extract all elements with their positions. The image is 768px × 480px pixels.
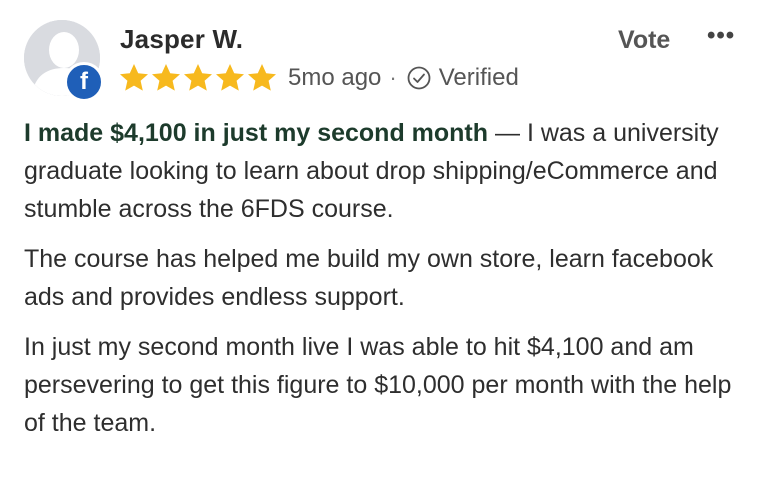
review-paragraph-1: I made $4,100 in just my second month — … [24, 114, 748, 228]
review-paragraph-2: The course has helped me build my own st… [24, 245, 714, 311]
more-options-button[interactable]: ••• [707, 22, 735, 50]
review-card: f Jasper W. Vote ••• 5mo ago · Verified … [0, 0, 768, 480]
star-rating [118, 62, 278, 94]
star-icon [248, 64, 276, 91]
check-circle-icon [407, 66, 431, 90]
star-icon [184, 64, 212, 91]
avatar-container[interactable]: f [24, 20, 104, 102]
review-headline: I made $4,100 in just my second month [24, 119, 489, 147]
headline-dash: — [488, 119, 527, 147]
facebook-icon: f [64, 62, 104, 102]
reviewer-name[interactable]: Jasper W. [120, 24, 243, 55]
review-meta: 5mo ago · Verified [118, 60, 519, 96]
star-icon [152, 64, 180, 91]
vote-button[interactable]: Vote [618, 26, 670, 55]
star-icon [120, 64, 148, 91]
verified-label: Verified [438, 64, 519, 91]
star-icon [216, 64, 244, 91]
review-time: 5mo ago [288, 64, 382, 91]
review-paragraph-3: In just my second month live I was able … [24, 333, 732, 437]
meta-separator: · [389, 65, 397, 90]
review-body: I made $4,100 in just my second month — … [24, 114, 748, 454]
